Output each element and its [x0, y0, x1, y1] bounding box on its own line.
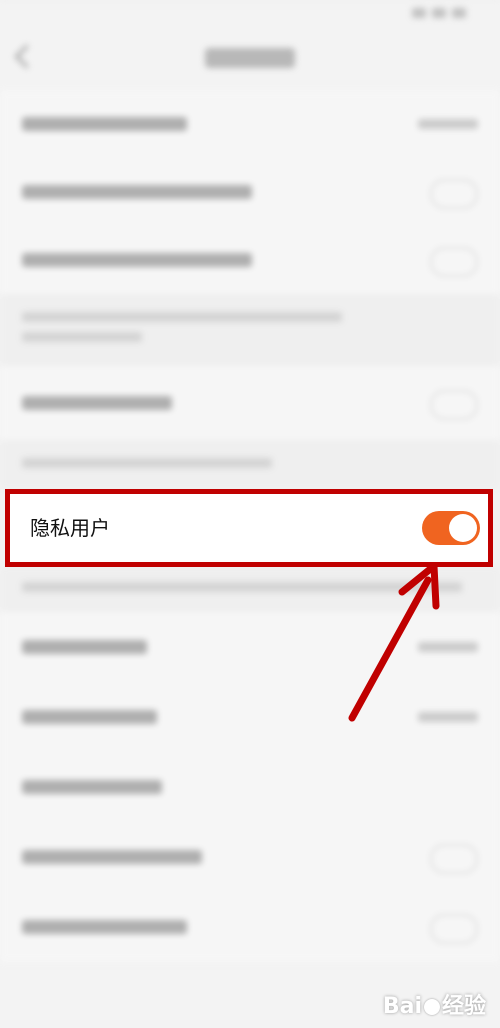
watermark: Bai 经验	[383, 988, 486, 1020]
watermark-text-b: 经验	[441, 994, 486, 1019]
watermark-text-a: Bai	[382, 994, 422, 1019]
annotation-arrow	[348, 562, 440, 722]
paw-icon	[423, 999, 440, 1015]
arrow-shaft	[348, 576, 432, 722]
